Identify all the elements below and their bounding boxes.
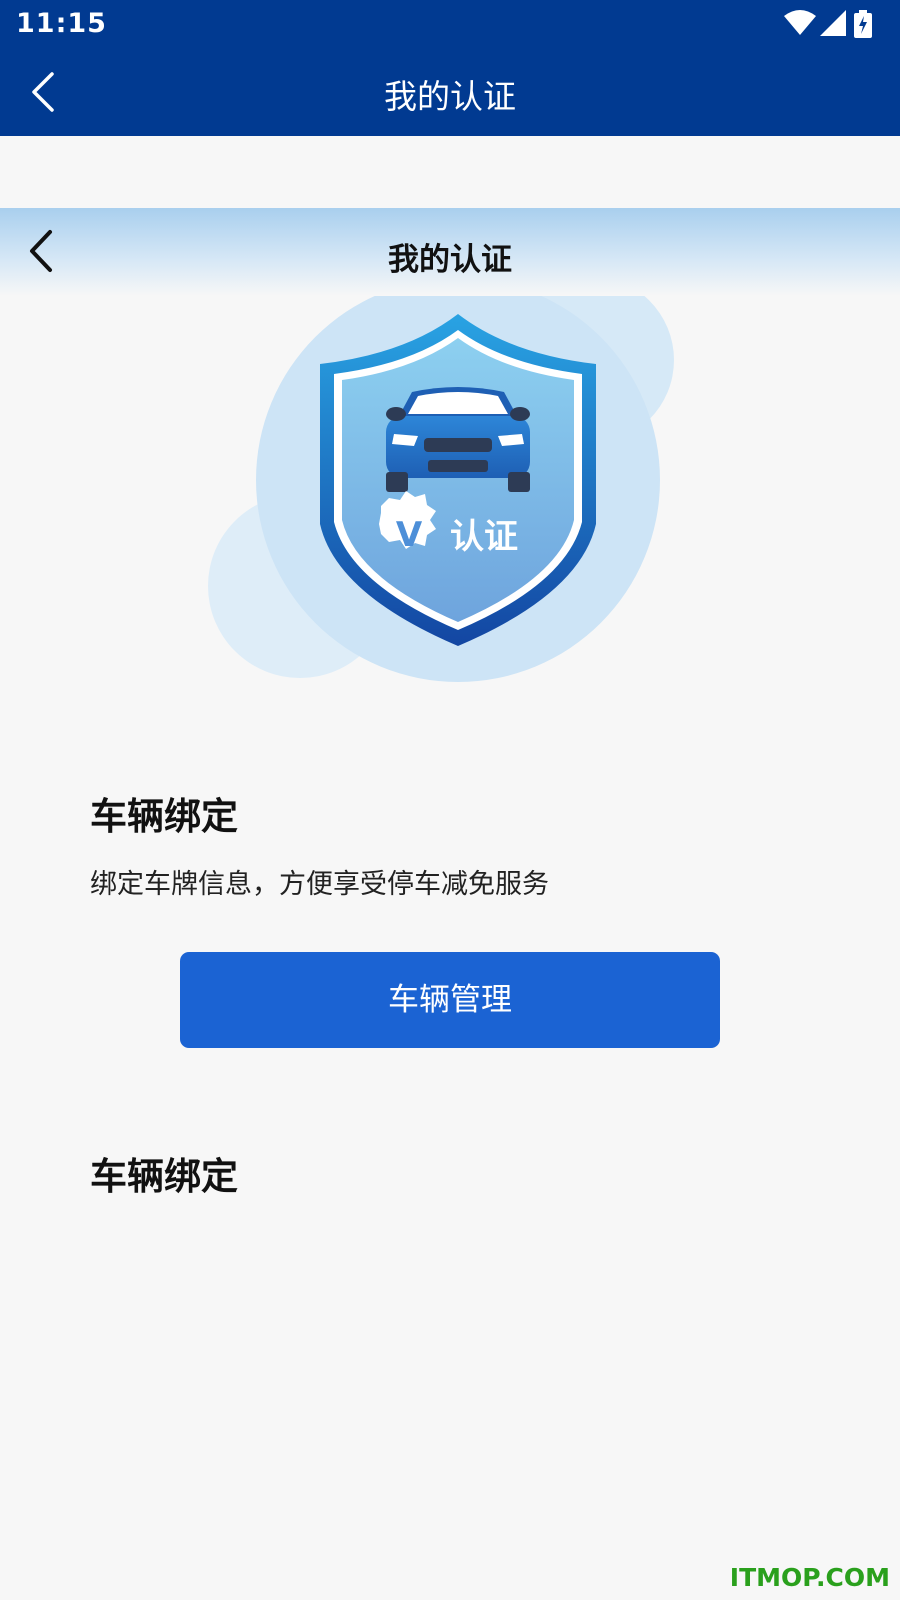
section-title-vehicle-binding: 车辆绑定 [90, 795, 238, 838]
vehicle-management-button[interactable]: 车辆管理 [180, 952, 720, 1048]
web-title: 我的认证 [388, 242, 512, 278]
section-title-vehicle-binding-2: 车辆绑定 [90, 1155, 238, 1198]
status-bar: 11:15 [0, 0, 900, 48]
badge-letter: V [396, 515, 423, 555]
battery-icon [854, 10, 872, 38]
page-title: 我的认证 [384, 77, 516, 116]
badge-text: 认证 [450, 517, 518, 557]
web-header: 我的认证 [0, 208, 900, 296]
shield-car-icon: V 认证 [208, 276, 674, 682]
wifi-icon [784, 10, 816, 35]
signal-icon [820, 10, 846, 36]
watermark: ITMOP.COM [729, 1563, 890, 1592]
app-bar: 我的认证 [0, 48, 900, 136]
certification-illustration: V 认证 [200, 276, 700, 682]
status-time: 11:15 [16, 8, 107, 39]
section-description: 绑定车牌信息，方便享受停车减免服务 [90, 869, 549, 900]
